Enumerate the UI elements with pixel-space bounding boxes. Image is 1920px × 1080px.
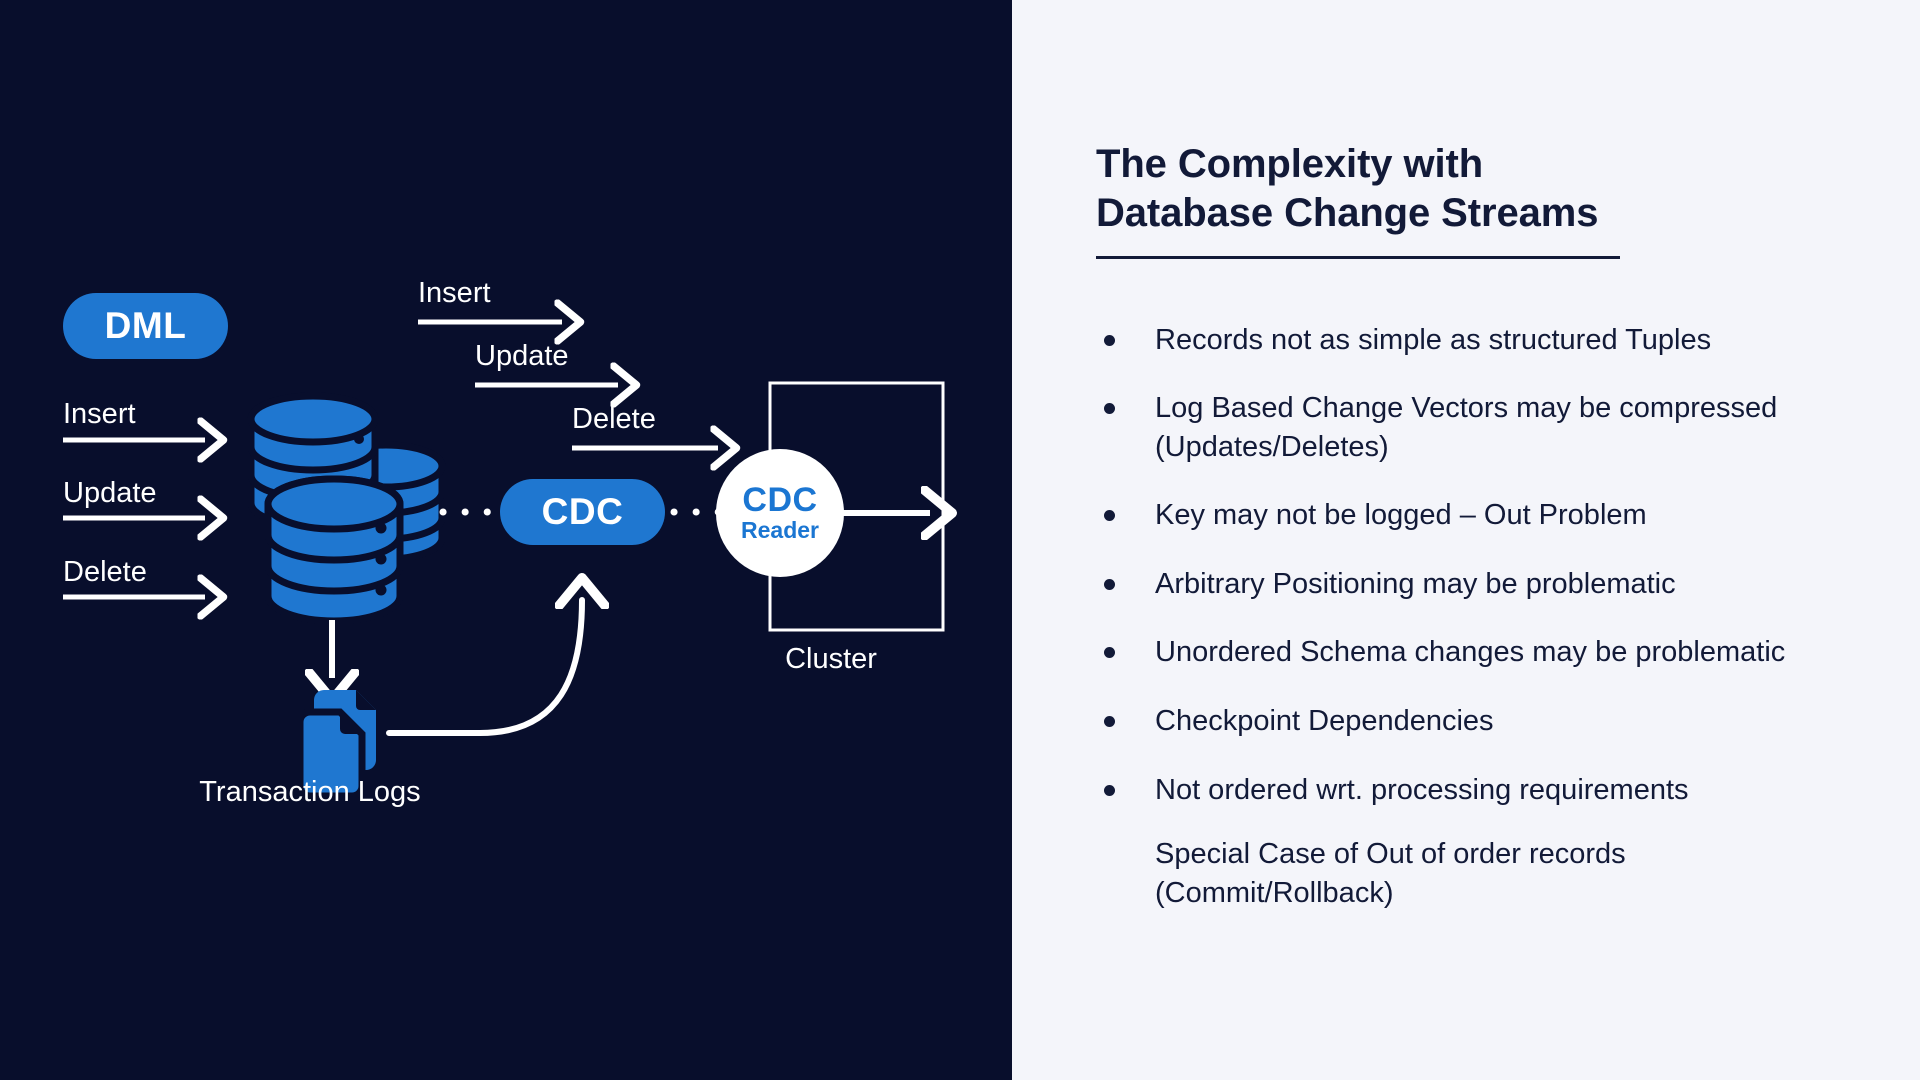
cdc-node-label: CDC (541, 491, 624, 532)
list-item-text: Log Based Change Vectors may be compress… (1155, 392, 1778, 463)
bullet-dot-icon (1104, 334, 1115, 346)
dml-op-insert-label: Insert (63, 398, 136, 430)
cdc-reader-line2: Reader (741, 516, 819, 543)
list-item-text: Arbitrary Positioning may be problematic (1155, 567, 1676, 600)
list-item-text: Checkpoint Dependencies (1155, 704, 1494, 737)
dml-node[interactable]: DML (63, 293, 228, 359)
list-item: Log Based Change Vectors may be compress… (1096, 389, 1800, 466)
cluster-label: Cluster (785, 643, 877, 675)
list-item-text: Key may not be logged – Out Problem (1155, 499, 1647, 532)
list-item-text: Records not as simple as structured Tupl… (1155, 323, 1712, 356)
transaction-logs-label: Transaction Logs (199, 776, 421, 808)
bullet-dot-icon (1104, 510, 1115, 522)
bullet-dot-icon (1104, 784, 1115, 796)
complexity-bullet-list: Records not as simple as structured Tupl… (1096, 321, 1800, 913)
stream-op-update-label: Update (475, 340, 569, 372)
cdc-reader-line1: CDC (742, 481, 818, 520)
slide-root: DML Insert Update Delete Insert Update D… (0, 0, 1920, 1080)
list-item: Unordered Schema changes may be problema… (1096, 633, 1800, 672)
cdc-reader-node[interactable]: CDC Reader (716, 449, 844, 577)
list-item-note: Special Case of Out of order records (Co… (1096, 835, 1800, 912)
diagram-vector-layer (63, 0, 1012, 800)
database-stack-icon (247, 392, 446, 625)
list-item-text: Unordered Schema changes may be problema… (1155, 636, 1786, 669)
list-item: Checkpoint Dependencies (1096, 702, 1800, 741)
bullet-dot-icon (1104, 715, 1115, 727)
list-item: Arbitrary Positioning may be problematic (1096, 565, 1800, 604)
list-item: Not ordered wrt. processing requirements (1096, 771, 1800, 810)
content-panel: The Complexity with Database Change Stre… (1012, 0, 1920, 1080)
list-item: Records not as simple as structured Tupl… (1096, 321, 1800, 360)
dml-node-label: DML (104, 305, 187, 346)
page-title: The Complexity with Database Change Stre… (1096, 142, 1599, 235)
title-underline (1096, 255, 1620, 259)
stream-op-insert-label: Insert (418, 277, 491, 309)
stream-op-delete-label: Delete (572, 403, 656, 435)
bullet-dot-icon (1104, 647, 1115, 659)
bullet-dot-placeholder (1104, 849, 1115, 860)
dml-op-update-label: Update (63, 477, 157, 509)
bullet-dot-icon (1104, 578, 1115, 590)
logs-to-cdc-curved-arrow (386, 600, 582, 736)
dml-op-delete-label: Delete (63, 556, 147, 588)
list-item-note-text: Special Case of Out of order records (Co… (1155, 838, 1626, 909)
bullet-dot-icon (1104, 403, 1115, 415)
cdc-node[interactable]: CDC (500, 479, 665, 545)
list-item-text: Not ordered wrt. processing requirements (1155, 773, 1689, 806)
cdc-architecture-diagram: DML Insert Update Delete Insert Update D… (0, 0, 1012, 1080)
list-item: Key may not be logged – Out Problem (1096, 496, 1800, 535)
